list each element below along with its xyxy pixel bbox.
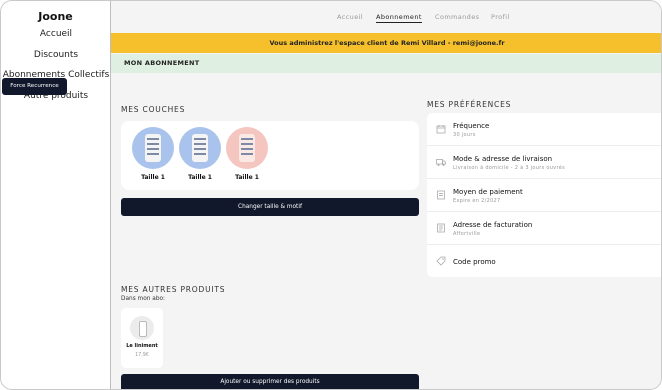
sidebar-item-discounts[interactable]: Discounts (1, 50, 111, 60)
force-recurrence-button[interactable]: Force Recurrence (2, 78, 67, 95)
pref-subtitle: Livraison à domicile - 2 à 3 jours ouvré… (453, 165, 565, 171)
couches-section-title: MES COUCHES (121, 105, 186, 114)
card-icon (437, 190, 445, 200)
manage-products-button[interactable]: Ajouter ou supprimer des produits (121, 374, 419, 389)
couche-size-label: Taille 1 (235, 174, 259, 181)
products-subtitle: Dans mon abo: (121, 296, 165, 302)
tab-profil[interactable]: Profil (491, 13, 510, 21)
pref-row-facturation[interactable]: Adresse de facturation Affortville (427, 212, 661, 245)
document-icon (437, 223, 445, 233)
top-navigation: Accueil Abonnement Commandes Profil (111, 1, 661, 33)
change-size-button[interactable]: Changer taille & motif (121, 198, 419, 216)
truck-icon (436, 159, 446, 166)
pref-row-paiement[interactable]: Moyen de paiement Expire en 2/2027 (427, 179, 661, 212)
product-image (130, 316, 154, 340)
pref-row-code-promo[interactable]: Code promo (427, 245, 661, 278)
couche-item[interactable]: Taille 1 (131, 127, 175, 181)
tab-accueil[interactable]: Accueil (337, 13, 363, 21)
product-price: 17,9€ (135, 353, 149, 358)
pref-row-frequence[interactable]: Fréquence 30 jours (427, 113, 661, 146)
main-content: Accueil Abonnement Commandes Profil Vous… (111, 1, 661, 389)
couche-item[interactable]: Taille 1 (178, 127, 222, 181)
pref-row-livraison[interactable]: Mode & adresse de livraison Livraison à … (427, 146, 661, 179)
pref-title: Adresse de facturation (453, 221, 533, 229)
app-window: Joone Accueil Discounts Abonnements Coll… (0, 0, 662, 390)
brand-logo[interactable]: Joone (1, 10, 110, 23)
page-title: MON ABONNEMENT (111, 54, 661, 73)
pref-subtitle: 30 jours (453, 132, 476, 138)
tab-abonnement[interactable]: Abonnement (376, 13, 422, 23)
pref-title: Fréquence (453, 122, 490, 130)
couche-item[interactable]: Taille 1 (225, 127, 269, 181)
diaper-image (132, 127, 174, 169)
products-section-title: MES AUTRES PRODUITS (121, 285, 226, 294)
admin-banner: Vous administrez l'espace client de Remi… (111, 33, 661, 53)
pref-subtitle: Expire en 2/2027 (453, 198, 501, 204)
preferences-section-title: MES PRÉFÉRENCES (427, 100, 512, 109)
diaper-image (226, 127, 268, 169)
preferences-card: Fréquence 30 jours Mode & adresse de liv… (427, 113, 661, 278)
tab-commandes[interactable]: Commandes (435, 13, 479, 21)
couche-size-label: Taille 1 (141, 174, 165, 181)
diaper-image (179, 127, 221, 169)
couches-card: Taille 1 Taille 1 Taille 1 (121, 121, 419, 190)
product-card[interactable]: Le liniment 17,9€ (121, 308, 163, 368)
product-name: Le liniment (126, 343, 158, 349)
sidebar: Joone Accueil Discounts Abonnements Coll… (1, 1, 111, 389)
tag-icon (436, 256, 446, 266)
pref-subtitle: Affortville (453, 231, 481, 237)
pref-title: Mode & adresse de livraison (453, 155, 553, 163)
pref-title: Moyen de paiement (453, 188, 523, 196)
pref-title: Code promo (453, 258, 496, 266)
calendar-icon (436, 125, 446, 134)
sidebar-item-accueil[interactable]: Accueil (1, 29, 111, 39)
couche-size-label: Taille 1 (188, 174, 212, 181)
